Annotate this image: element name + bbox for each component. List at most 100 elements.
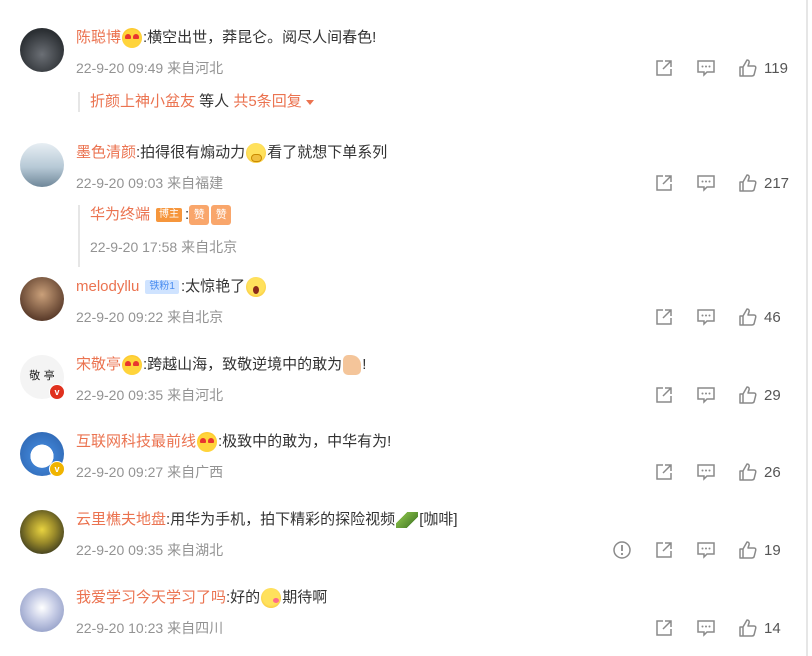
reply-summary[interactable]: 折颜上神小盆友 等人 共5条回复 — [78, 92, 314, 112]
comment-actions: 29 — [654, 383, 792, 407]
comment-username[interactable]: 墨色清颜 — [76, 143, 136, 163]
comment-text-after: ! — [362, 356, 367, 373]
comment-text: :跨越山海，致敬逆境中的敢为 — [143, 356, 343, 373]
comment-text: :用华为手机，拍下精彩的探险视频 — [166, 511, 396, 528]
comment-username[interactable]: 云里樵夫地盘 — [76, 510, 166, 530]
comment-actions: 26 — [654, 460, 792, 484]
comment-icon[interactable] — [696, 173, 716, 193]
like-count: 217 — [764, 174, 790, 192]
sub-reply-time: 22-9-20 17:58 — [90, 239, 178, 255]
share-icon[interactable] — [654, 540, 674, 560]
share-icon[interactable] — [654, 462, 674, 482]
avatar[interactable]: v — [20, 432, 65, 477]
verified-badge-icon: v — [49, 461, 65, 477]
leaf-emoji-icon — [396, 512, 419, 528]
thumbs-up-icon[interactable] — [738, 307, 758, 327]
view-replies-link[interactable]: 共5条回复 — [229, 93, 301, 110]
author-badge: 博主 — [156, 208, 183, 222]
comment-username[interactable]: 陈聪博 — [76, 28, 121, 48]
comment-username[interactable]: 我爱学习今天学习了吗 — [76, 588, 226, 608]
comment-icon[interactable] — [696, 540, 716, 560]
comment-actions: 19 — [612, 538, 792, 562]
comment-icon[interactable] — [696, 58, 716, 78]
comment-text-after: [咖啡] — [419, 511, 458, 528]
love-eyes-emoji-icon — [197, 432, 218, 452]
verified-badge-icon: v — [49, 384, 65, 400]
like-count: 19 — [764, 541, 781, 559]
thumbs-up-icon[interactable] — [738, 618, 758, 638]
comment-location: 来自河北 — [167, 387, 224, 403]
avatar[interactable] — [20, 28, 64, 72]
comment-text: :横空出世，莽昆仑。阅尽人间春色! — [143, 29, 377, 46]
avatar[interactable] — [20, 143, 64, 187]
share-icon[interactable] — [654, 618, 674, 638]
comment-icon[interactable] — [696, 618, 716, 638]
share-icon[interactable] — [654, 307, 674, 327]
thumbs-up-icon[interactable] — [738, 173, 758, 193]
comment-actions: 46 — [654, 305, 792, 329]
sub-reply-location: 来自北京 — [181, 239, 238, 255]
thumbs-up-icon[interactable] — [738, 540, 758, 560]
avatar[interactable] — [20, 588, 64, 632]
comment-time: 22-9-20 09:03 — [76, 175, 164, 191]
comment-icon[interactable] — [696, 462, 716, 482]
like-count: 26 — [764, 463, 781, 481]
comment-text: :拍得很有煽动力 — [136, 144, 246, 161]
shocked-emoji-icon — [246, 277, 267, 297]
comment-text-after: 期待啊 — [282, 589, 328, 606]
love-eyes-emoji-icon — [122, 28, 143, 48]
comment-time: 22-9-20 10:23 — [76, 620, 164, 636]
comment-time: 22-9-20 09:27 — [76, 464, 164, 480]
comment-username[interactable]: 宋敬亭 — [76, 355, 121, 375]
comment-location: 来自广西 — [167, 464, 224, 480]
comment-actions: 119 — [654, 56, 792, 80]
zan-emoji-icon: 赞 — [189, 205, 210, 225]
chevron-down-icon[interactable] — [305, 99, 314, 105]
comment-username[interactable]: melodyllu — [76, 277, 139, 297]
thinking-emoji-icon — [246, 143, 267, 163]
comment-text: :太惊艳了 — [180, 278, 246, 295]
comment-actions: 217 — [654, 171, 792, 195]
like-count: 29 — [764, 386, 781, 404]
comment-location: 来自河北 — [167, 60, 224, 76]
comment-location: 来自四川 — [167, 620, 224, 636]
comment-text: :极致中的敢为，中华有为! — [218, 433, 392, 450]
share-icon[interactable] — [654, 173, 674, 193]
comment-actions: 14 — [654, 616, 792, 640]
like-count: 46 — [764, 308, 781, 326]
avatar[interactable] — [20, 510, 64, 554]
comment-text: :好的 — [226, 589, 261, 606]
love-eyes-emoji-icon — [122, 355, 143, 375]
report-icon[interactable] — [612, 540, 632, 560]
reply-summary-user[interactable]: 折颜上神小盆友 — [90, 93, 195, 110]
comment-location: 来自福建 — [167, 175, 224, 191]
comment-icon[interactable] — [696, 385, 716, 405]
comment-icon[interactable] — [696, 307, 716, 327]
scrollbar[interactable] — [806, 0, 808, 656]
zan-emoji-icon: 赞 — [211, 205, 232, 225]
comment-time: 22-9-20 09:49 — [76, 60, 164, 76]
thumbs-up-icon[interactable] — [738, 385, 758, 405]
reply-summary-middle: 等人 — [195, 93, 230, 110]
avatar[interactable]: 敬 亭 v — [20, 355, 65, 400]
fan-badge: 铁粉1 — [145, 280, 179, 294]
sub-reply: 华为终端 博主 : 赞 赞 22-9-20 17:58 来自北京 — [78, 205, 237, 267]
comment-location: 来自湖北 — [167, 542, 224, 558]
comment-text-after: 看了就想下单系列 — [267, 144, 388, 161]
avatar-calligraphy: 敬 亭 — [29, 369, 55, 382]
share-icon[interactable] — [654, 385, 674, 405]
comment-location: 来自北京 — [167, 309, 224, 325]
thumbs-up-icon[interactable] — [738, 58, 758, 78]
share-icon[interactable] — [654, 58, 674, 78]
kiss-emoji-icon — [261, 588, 282, 608]
like-count: 14 — [764, 619, 781, 637]
sub-reply-username[interactable]: 华为终端 — [90, 205, 150, 225]
thumbs-up-icon[interactable] — [738, 462, 758, 482]
comment-username[interactable]: 互联网科技最前线 — [76, 432, 196, 452]
comment-time: 22-9-20 09:35 — [76, 542, 164, 558]
thumbs-up-emoji-icon — [343, 355, 362, 375]
like-count: 119 — [764, 59, 788, 77]
comment-time: 22-9-20 09:35 — [76, 387, 164, 403]
comment-time: 22-9-20 09:22 — [76, 309, 164, 325]
avatar[interactable] — [20, 277, 64, 321]
